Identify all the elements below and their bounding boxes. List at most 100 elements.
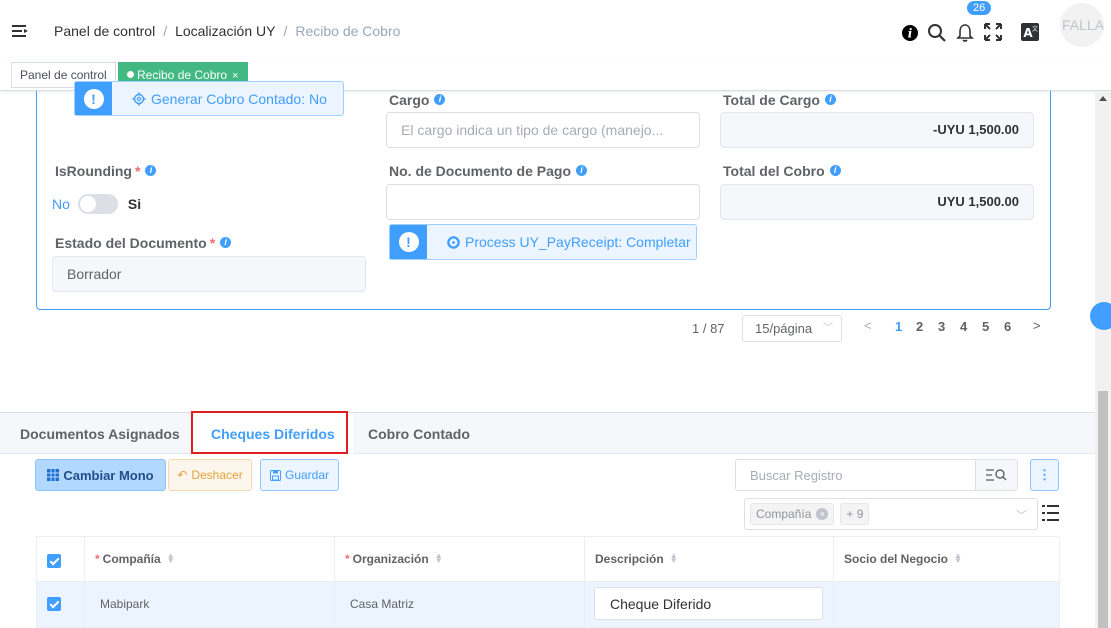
prev-page-button[interactable]: < [864,318,872,333]
page-1[interactable]: 1 [895,319,902,334]
estado-label-text: Estado del Documento [55,235,207,251]
row-select-cell [37,582,85,628]
required-mark: * [135,163,141,179]
process-lead: ! [75,82,112,115]
descripcion-textarea[interactable]: Cheque Diferido [594,587,823,620]
translate-icon[interactable]: A 文 [1020,22,1040,42]
scrollbar-thumb[interactable] [1098,391,1108,628]
process-lead: ! [390,225,427,259]
estado-documento-label: Estado del Documento * i [55,235,232,251]
page-5[interactable]: 5 [982,319,989,334]
cargo-select[interactable]: El cargo indica un tipo de cargo (manejo… [386,112,700,148]
info-icon: i [220,237,232,248]
search-record-input[interactable] [736,460,976,490]
cambiar-mono-button[interactable]: Cambiar Mono [35,459,166,491]
isrounding-switch-row: No Si [52,194,141,214]
column-chip-label: Compañía [756,507,812,521]
fullscreen-icon[interactable] [983,22,1003,42]
page-size-select[interactable]: 15/página ﹀ [742,315,842,342]
user-avatar[interactable]: FALLA [1060,3,1104,47]
estado-documento-field: Borrador [52,256,366,292]
guardar-button[interactable]: Guardar [260,459,339,491]
no-documento-input[interactable] [386,184,700,220]
page-4[interactable]: 4 [960,319,967,334]
column-more-chip: + 9 [840,503,870,525]
more-options-button[interactable]: ⋮ [1030,459,1059,491]
breadcrumb: Panel de control / Localización UY / Rec… [54,23,400,39]
select-all-checkbox[interactable] [47,554,61,568]
record-position: 1 / 87 [692,321,725,336]
info-icon: i [434,94,446,105]
total-cargo-label-text: Total de Cargo [723,92,820,108]
notification-badge: 26 [966,0,993,16]
required-mark: * [95,552,100,566]
deshacer-button[interactable]: ↶ Deshacer [168,459,252,491]
svg-text:i: i [908,27,913,41]
list-icon[interactable] [1042,504,1059,522]
isrounding-label: IsRounding * i [55,163,157,179]
gear-icon [132,92,146,105]
column-header-socio[interactable]: Socio del Negocio ▲ ▼ [834,537,1060,582]
process-label: Process UY_PayReceipt: Completar [427,234,691,250]
tab-documentos-asignados[interactable]: Documentos Asignados [20,413,180,454]
total-cobro-label-text: Total del Cobro [723,163,825,179]
cell-compania[interactable]: Mabipark [85,582,335,628]
search-icon[interactable] [927,23,947,43]
scroll-up-arrow-icon[interactable] [1099,96,1107,101]
switch-no-label: No [52,196,70,212]
cheques-table: * Compañía ▲ ▼ * Organización ▲ ▼ Descripción ▲… [36,536,1060,628]
generar-cobro-contado-button[interactable]: ! Generar Cobro Contado: No [74,81,344,116]
switch-si-label: Si [127,196,142,212]
search-record-box [735,459,1018,491]
vertical-scrollbar[interactable] [1095,91,1111,628]
process-icon [447,235,460,249]
breadcrumb-separator: / [163,23,168,39]
row-checkbox[interactable] [47,597,61,611]
sort-icon[interactable]: ▲ ▼ [954,551,962,564]
page-2[interactable]: 2 [916,319,923,334]
generar-cobro-text: Generar Cobro Contado: No [151,90,327,107]
breadcrumb-item-localizacion[interactable]: Localización UY [175,23,275,39]
column-header-organizacion[interactable]: * Organización ▲ ▼ [335,537,585,582]
column-chip: Compañía × [750,503,835,525]
sort-icon[interactable]: ▲ ▼ [670,551,678,564]
column-label: Descripción [595,552,664,566]
alert-icon: ! [83,88,104,109]
tab-cobro-contado[interactable]: Cobro Contado [368,413,470,454]
page-6[interactable]: 6 [1004,319,1011,334]
cell-socio[interactable] [834,582,1060,628]
column-select[interactable]: Compañía × + 9 ﹀ [744,498,1038,530]
info-icon[interactable]: i [900,23,920,43]
total-cobro-field: UYU 1,500.00 [720,184,1034,220]
sort-icon[interactable]: ▲ ▼ [435,551,443,564]
close-icon[interactable]: × [816,508,829,520]
no-documento-label-text: No. de Documento de Pago [389,163,572,179]
cargo-label: Cargo i [389,92,446,108]
breadcrumb-item-panel[interactable]: Panel de control [54,23,155,39]
info-icon: i [824,94,836,105]
isrounding-switch[interactable] [77,194,118,214]
tag-label: Panel de control [20,68,107,82]
hamburger-menu-icon[interactable] [12,23,28,39]
cargo-label-text: Cargo [389,92,430,108]
sort-icon[interactable]: ▲ ▼ [167,551,175,564]
info-icon: i [829,165,841,176]
page-3[interactable]: 3 [938,319,945,334]
breadcrumb-item-recibo: Recibo de Cobro [295,23,401,39]
column-header-descripcion[interactable]: Descripción ▲ ▼ [585,537,834,582]
search-button[interactable] [975,460,1017,490]
detail-tabs: Documentos Asignados Cheques Diferidos C… [0,412,1095,454]
isrounding-label-text: IsRounding [55,163,132,179]
save-icon [269,469,281,481]
floating-action-button[interactable] [1090,302,1111,330]
filter-search-icon [985,469,1007,481]
chevron-down-icon: ﹀ [1016,510,1027,522]
select-all-header [37,537,85,582]
next-page-button[interactable]: > [1033,318,1041,333]
column-header-compania[interactable]: * Compañía ▲ ▼ [85,537,335,582]
cell-organizacion[interactable]: Casa Matriz [335,582,585,628]
no-documento-label: No. de Documento de Pago i [389,163,588,179]
process-payreceipt-button[interactable]: ! Process UY_PayReceipt: Completar [389,224,697,260]
column-label: Compañía [102,552,161,566]
bell-icon[interactable] [955,23,975,43]
